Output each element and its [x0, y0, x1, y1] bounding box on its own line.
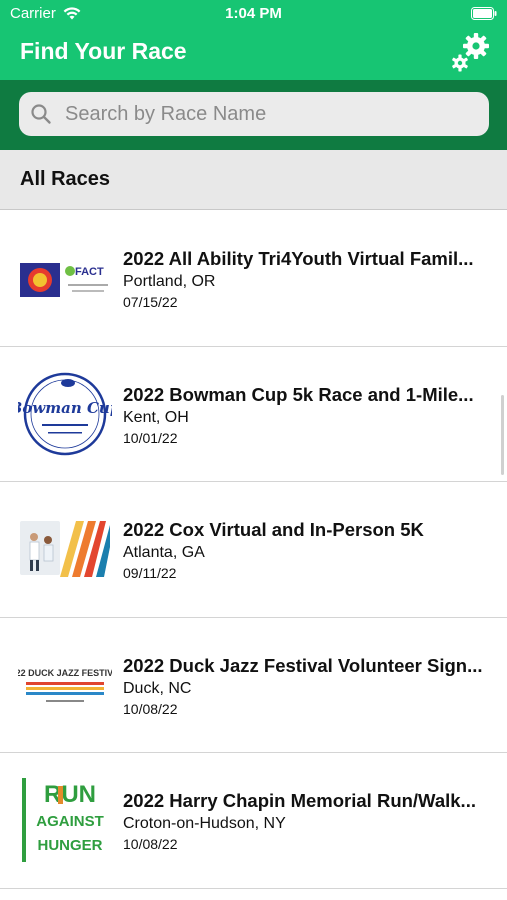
- race-date: 07/15/22: [123, 294, 178, 310]
- race-location: Portland, OR: [123, 273, 216, 290]
- section-title: All Races: [20, 168, 111, 190]
- race-date: 10/01/22: [123, 429, 178, 446]
- svg-text:AGAINST: AGAINST: [36, 813, 104, 830]
- race-name: 2022 Bowman Cup 5k Race and 1-Mile...: [123, 383, 474, 405]
- race-location: Croton-on-Hudson, NY: [123, 815, 286, 832]
- race-list-item[interactable]: 2022 Cox Virtual and In-Person 5K Atlant…: [0, 482, 507, 618]
- svg-text:RUN: RUN: [44, 781, 96, 808]
- race-date: 10/08/22: [123, 700, 178, 717]
- race-location: Kent, OH: [123, 408, 189, 426]
- race-name: 2022 Duck Jazz Festival Volunteer Sign..…: [123, 654, 483, 676]
- race-date: 09/11/22: [123, 565, 177, 581]
- search-bar-container: [0, 80, 507, 150]
- svg-text:HUNGER: HUNGER: [37, 837, 102, 854]
- search-icon: [31, 104, 51, 124]
- search-box[interactable]: [19, 92, 489, 136]
- race-list-item[interactable]: FACT 2022 All Ability Tri4Youth Virtual …: [0, 211, 507, 347]
- race-name: 2022 Harry Chapin Memorial Run/Walk...: [123, 790, 476, 811]
- settings-gears-icon[interactable]: [449, 30, 493, 74]
- race-list-item[interactable]: 2022 DUCK JAZZ FESTIVAL 2022 Duck Jazz F…: [0, 617, 507, 753]
- run-against-hunger-logo: RUN AGAINST HUNGER: [22, 778, 104, 862]
- search-input[interactable]: [65, 92, 475, 136]
- tri4youth-fact-logo: FACT: [20, 263, 108, 297]
- duck-jazz-logo-text: 2022 DUCK JAZZ FESTIVAL: [18, 668, 112, 678]
- race-name: 2022 All Ability Tri4Youth Virtual Famil…: [123, 248, 474, 269]
- race-list-item[interactable]: Bowman Cup 2022 Bowman Cup 5k Race and 1…: [0, 346, 507, 482]
- scroll-indicator[interactable]: [501, 395, 504, 475]
- race-date: 10/08/22: [123, 836, 178, 852]
- race-list-item[interactable]: RUN AGAINST HUNGER 2022 Harry Chapin Mem…: [0, 753, 507, 889]
- section-header: All Races: [0, 150, 507, 210]
- cox-5k-logo: [20, 521, 110, 577]
- race-info: 2022 Bowman Cup 5k Race and 1-Mile... Ke…: [123, 384, 493, 446]
- race-list: FACT 2022 All Ability Tri4Youth Virtual …: [0, 211, 507, 900]
- race-location: Duck, NC: [123, 679, 192, 697]
- race-info: 2022 All Ability Tri4Youth Virtual Famil…: [123, 248, 493, 310]
- race-location: Atlanta, GA: [123, 544, 205, 561]
- race-info: 2022 Duck Jazz Festival Volunteer Sign..…: [123, 655, 493, 717]
- battery-icon: [471, 7, 497, 20]
- status-time: 1:04 PM: [225, 5, 282, 22]
- race-name: 2022 Cox Virtual and In-Person 5K: [123, 519, 424, 540]
- race-info: 2022 Harry Chapin Memorial Run/Walk... C…: [123, 790, 493, 852]
- status-bar: Carrier 1:04 PM: [0, 0, 507, 28]
- duck-jazz-festival-logo: 2022 DUCK JAZZ FESTIVAL: [18, 668, 112, 702]
- fact-logo-text: FACT: [75, 266, 104, 278]
- app-header: Carrier 1:04 PM Find Your Race: [0, 0, 507, 80]
- bowman-cup-logo-text: Bowman Cup: [18, 399, 112, 417]
- bowman-cup-logo: Bowman Cup: [18, 372, 112, 455]
- race-info: 2022 Cox Virtual and In-Person 5K Atlant…: [123, 519, 493, 581]
- page-title: Find Your Race: [20, 38, 187, 64]
